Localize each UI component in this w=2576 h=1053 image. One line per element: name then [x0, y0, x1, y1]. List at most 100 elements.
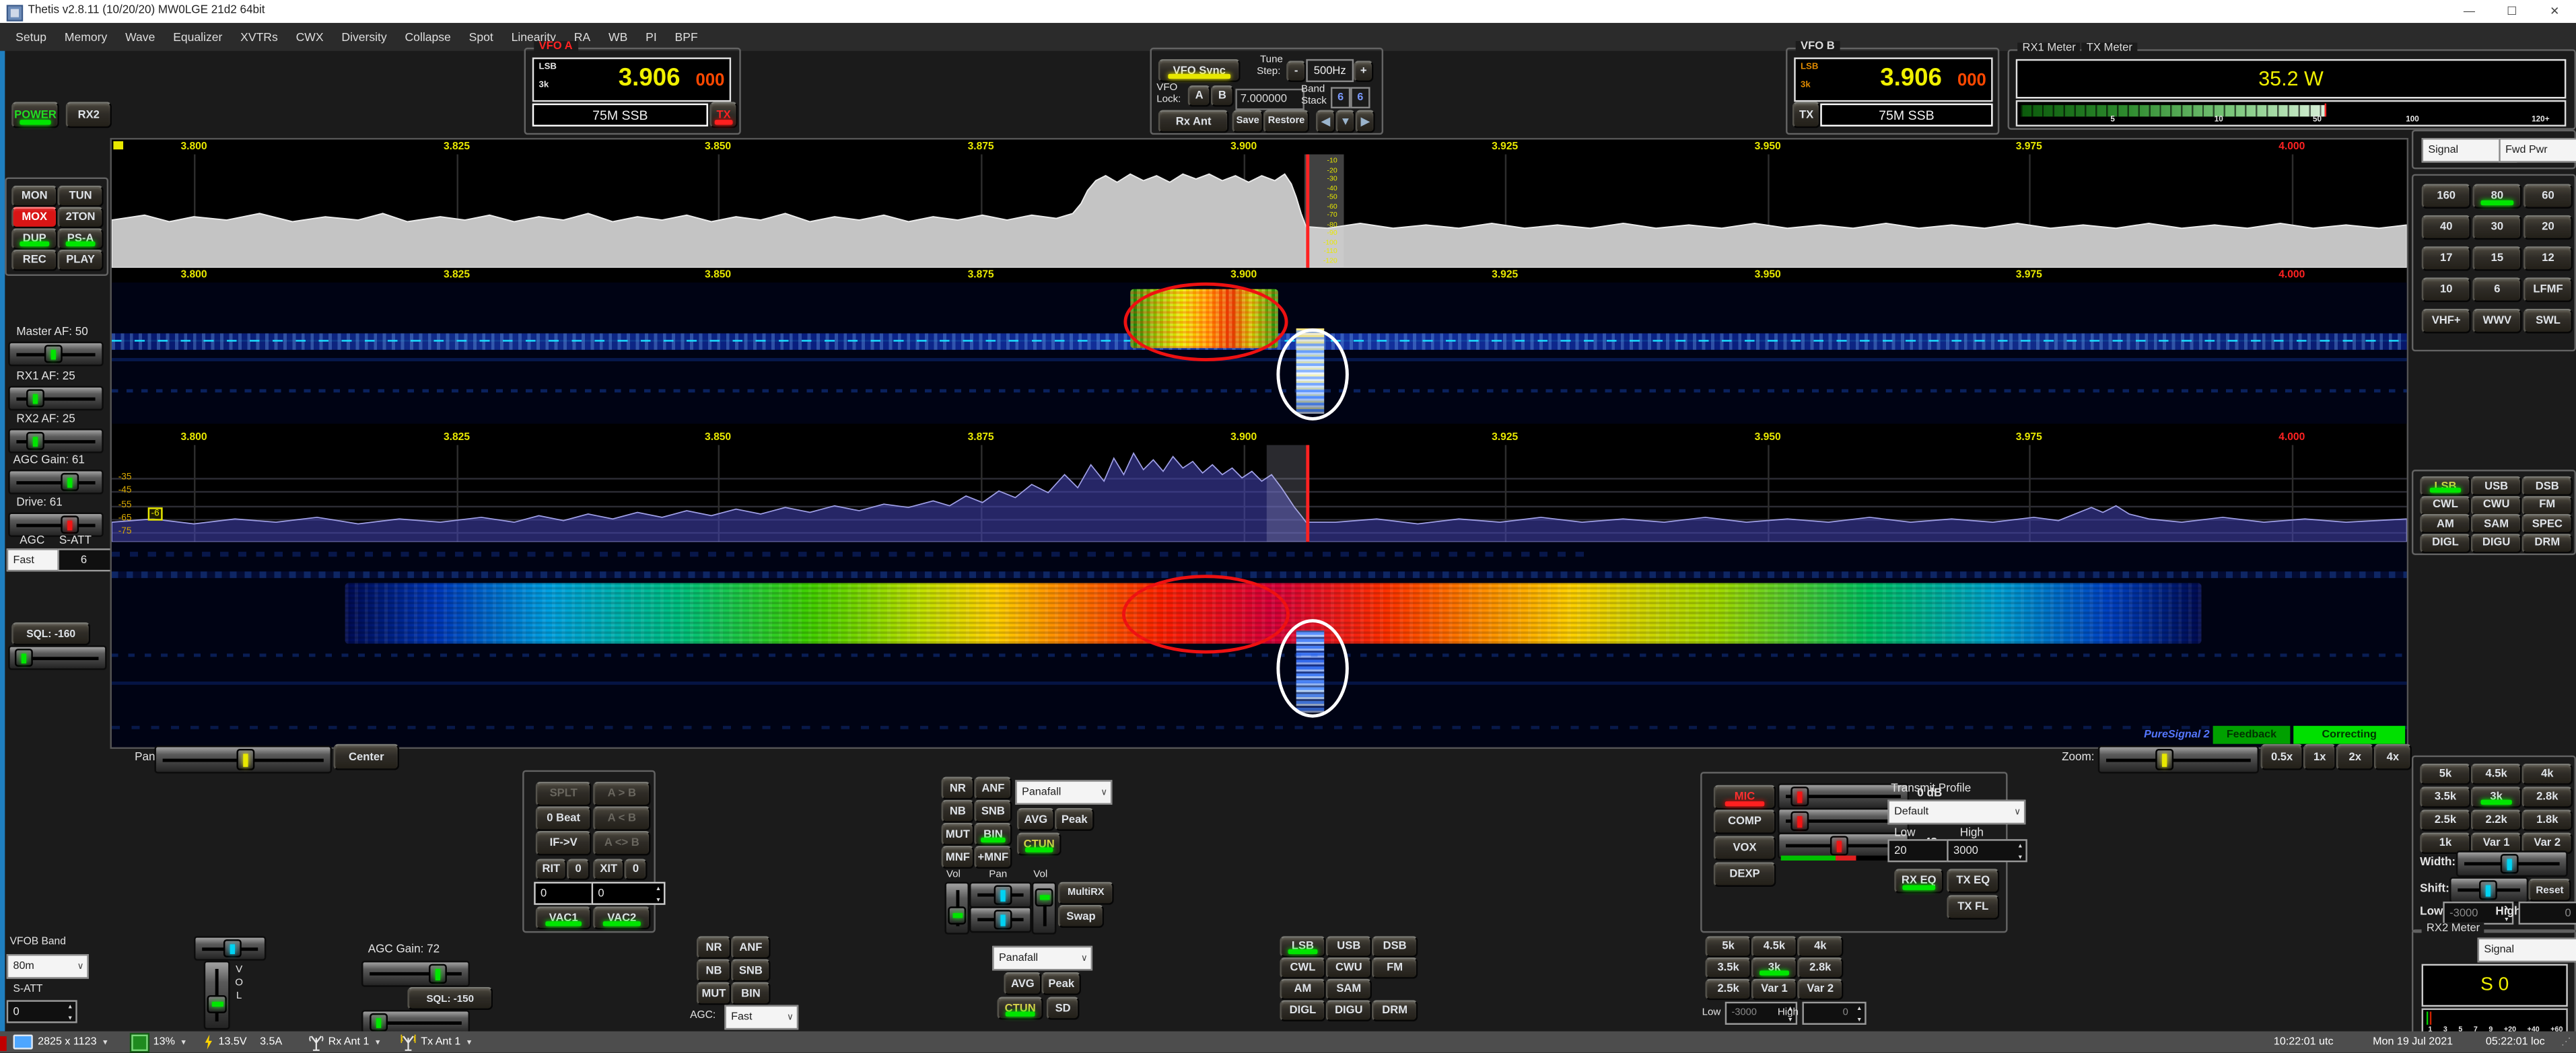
comp-button[interactable]: COMP: [1714, 809, 1776, 834]
vfo-a-tx-button[interactable]: TX: [709, 102, 737, 128]
rx-eq-button[interactable]: RX EQ: [1894, 869, 1943, 894]
twotone-button[interactable]: 2TON: [57, 207, 103, 229]
band-60-button[interactable]: 60: [2523, 184, 2573, 209]
band-20-button[interactable]: 20: [2523, 215, 2573, 240]
vfo-lock-b-button[interactable]: B: [1211, 85, 1234, 107]
filter-22k-button[interactable]: 2.2k: [2471, 809, 2522, 831]
rx1-vol-slider[interactable]: [944, 882, 969, 935]
filter-45k-button[interactable]: 4.5k: [2471, 764, 2522, 785]
zoom-1x-button[interactable]: 1x: [2303, 744, 2336, 770]
tun-button[interactable]: TUN: [57, 186, 103, 207]
rx1-nb-button[interactable]: NB: [942, 800, 975, 823]
rx2-avg-button[interactable]: AVG: [1004, 972, 1041, 995]
rx2-panadapter[interactable]: -35 -45 -55 -65 -75 -6: [112, 445, 2407, 542]
dup-button[interactable]: DUP: [11, 228, 57, 250]
menu-wb[interactable]: WB: [600, 30, 637, 44]
if-to-vfo-button[interactable]: IF->V: [536, 831, 592, 856]
band-prev-button[interactable]: ◀: [1316, 110, 1335, 133]
rx1-mut-button[interactable]: MUT: [942, 823, 975, 846]
menu-memory[interactable]: Memory: [55, 30, 116, 44]
vac1-button[interactable]: VAC1: [536, 906, 592, 929]
tune-step-minus-button[interactable]: -: [1286, 61, 1306, 82]
rx2-mode-drm-button[interactable]: DRM: [1372, 1000, 1418, 1021]
vfo-b-tx-button[interactable]: TX: [1792, 102, 1820, 128]
multirx-button[interactable]: MultiRX: [1058, 882, 1114, 905]
mode-dsb-button[interactable]: DSB: [2521, 476, 2573, 496]
vfo-sync-button[interactable]: VFO Sync: [1158, 59, 1241, 82]
filter-4k-button[interactable]: 4k: [2521, 764, 2573, 785]
rx1-mnf-button[interactable]: MNF: [942, 846, 975, 869]
rx2-ctun-button[interactable]: CTUN: [998, 997, 1043, 1020]
rx2-mode-cwu-button[interactable]: CWU: [1326, 957, 1372, 979]
dexp-button[interactable]: DEXP: [1714, 862, 1776, 887]
mic-button[interactable]: MIC: [1714, 785, 1776, 810]
mode-drm-button[interactable]: DRM: [2521, 533, 2573, 552]
band-down-button[interactable]: ▼: [1335, 110, 1355, 133]
xit-button[interactable]: XIT: [593, 859, 624, 880]
rx2-mode-dsb-button[interactable]: DSB: [1372, 936, 1418, 957]
rx2-satt-spinner[interactable]: 0: [7, 1000, 77, 1023]
menu-bpf[interactable]: BPF: [666, 30, 707, 44]
tune-step-plus-button[interactable]: +: [1354, 61, 1373, 82]
psa-button[interactable]: PS-A: [57, 228, 103, 250]
zoom-slider[interactable]: [2098, 746, 2259, 773]
pan-center-button[interactable]: Center: [333, 744, 399, 770]
zoom-05x-button[interactable]: 0.5x: [2260, 744, 2303, 770]
shift-slider[interactable]: [2449, 877, 2528, 903]
shift-reset-button[interactable]: Reset: [2528, 879, 2571, 902]
sql-button[interactable]: SQL: -160: [11, 622, 90, 645]
rx1-snb-button[interactable]: SNB: [974, 800, 1012, 823]
mode-am-button[interactable]: AM: [2420, 514, 2471, 534]
rx2-filter-var2-button[interactable]: Var 2: [1797, 979, 1843, 1001]
close-button[interactable]: ✕: [2534, 0, 2576, 23]
vfob-band-select[interactable]: 80m: [7, 954, 89, 979]
rx2-mode-am-button[interactable]: AM: [1280, 979, 1325, 1001]
rx2-filter-25k-button[interactable]: 2.5k: [1705, 979, 1751, 1001]
tx-high-spinner[interactable]: 3000: [1947, 839, 2027, 862]
rx2-filter-3k-button[interactable]: 3k: [1751, 957, 1797, 979]
rx2-mode-fm-button[interactable]: FM: [1372, 957, 1418, 979]
rx-ant-button[interactable]: Rx Ant: [1158, 110, 1229, 133]
rx2-agc-select[interactable]: Fast: [724, 1005, 798, 1030]
rx1-waterfall[interactable]: [112, 283, 2407, 424]
xit-spinner[interactable]: 0: [592, 882, 666, 905]
rx1-peak-button[interactable]: Peak: [1055, 808, 1094, 831]
rx1-panadapter[interactable]: [112, 154, 2407, 267]
mode-fm-button[interactable]: FM: [2521, 495, 2573, 515]
rx2-waterfall[interactable]: [112, 542, 2407, 747]
tx-fl-button[interactable]: TX FL: [1947, 895, 1999, 920]
mode-usb-button[interactable]: USB: [2471, 476, 2522, 496]
rx1-plus-mnf-button[interactable]: +MNF: [974, 846, 1012, 869]
mode-spec-button[interactable]: SPEC: [2521, 514, 2573, 534]
rec-button[interactable]: REC: [11, 250, 57, 271]
rx2-mode-digl-button[interactable]: DIGL: [1280, 1000, 1325, 1021]
rx2-filter-4k-button[interactable]: 4k: [1797, 936, 1843, 957]
maximize-button[interactable]: ☐: [2491, 0, 2533, 23]
rx1-display-mode-select[interactable]: Panafall: [1015, 780, 1112, 805]
vac2-button[interactable]: VAC2: [593, 906, 650, 929]
rx1-vol2-slider[interactable]: [1032, 882, 1057, 935]
resize-grip[interactable]: ⋰: [2561, 1036, 2571, 1048]
rx2-snb-button[interactable]: SNB: [731, 959, 771, 982]
band-17-button[interactable]: 17: [2422, 246, 2471, 271]
rx1-ctun-button[interactable]: CTUN: [1017, 832, 1061, 855]
band-wwv-button[interactable]: WWV: [2472, 309, 2521, 334]
rx2-filter-28k-button[interactable]: 2.8k: [1797, 957, 1843, 979]
zoom-2x-button[interactable]: 2x: [2336, 744, 2374, 770]
menu-pi[interactable]: PI: [637, 30, 666, 44]
rx-antenna-status[interactable]: Rx Ant 1▼: [308, 1033, 381, 1050]
cpu-status[interactable]: 13%▼: [132, 1033, 187, 1050]
sql-slider[interactable]: [8, 645, 106, 670]
rx2-sql-button[interactable]: SQL: -150: [407, 987, 493, 1010]
rx2-button[interactable]: RX2: [66, 102, 112, 128]
mode-lsb-button[interactable]: LSB: [2420, 476, 2471, 496]
power-button[interactable]: POWER: [11, 102, 59, 128]
rx2-mode-digu-button[interactable]: DIGU: [1326, 1000, 1372, 1021]
transmit-profile-select[interactable]: Default: [1887, 800, 2025, 825]
menu-wave[interactable]: Wave: [116, 30, 164, 44]
rx2-vol-slider[interactable]: [204, 961, 230, 1030]
rit-button[interactable]: RIT: [536, 859, 567, 880]
rx2-mode-usb-button[interactable]: USB: [1326, 936, 1372, 957]
zero-beat-button[interactable]: 0 Beat: [536, 806, 592, 831]
rx2-pan-slider[interactable]: [194, 936, 266, 961]
